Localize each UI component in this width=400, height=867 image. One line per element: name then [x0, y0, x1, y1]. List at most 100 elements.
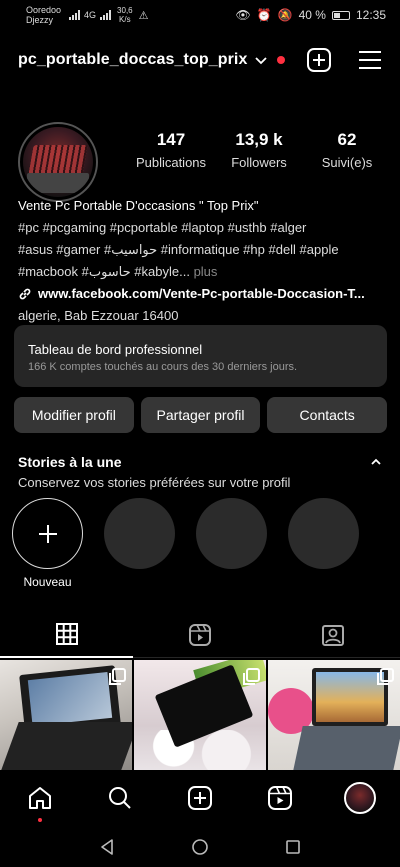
- highlight-placeholder: [196, 498, 267, 589]
- speed-unit: K/s: [119, 15, 131, 24]
- recents-icon[interactable]: [284, 838, 302, 856]
- bio-tags-line-3[interactable]: #macbook #حاسوب #kabyle... plus: [18, 261, 388, 283]
- post-image-part: [316, 672, 384, 722]
- username[interactable]: pc_portable_doccas_top_prix: [18, 51, 247, 69]
- plus-icon: [38, 524, 57, 543]
- carrier-info: Ooredoo Djezzy: [26, 5, 61, 25]
- stories-subtitle: Conservez vos stories préférées sur votr…: [18, 475, 291, 490]
- stat-value: 147: [156, 130, 186, 149]
- carrier-sub: Djezzy: [26, 15, 54, 25]
- network-speed: 30,6 K/s: [117, 6, 133, 24]
- bio-tags-line-2[interactable]: #asus #gamer #حواسيب #informatique #hp #…: [18, 239, 388, 261]
- highlights-row: Nouveau: [12, 498, 359, 589]
- system-navigation: [0, 826, 400, 867]
- profile-bio: Vente Pc Portable D'occasions " Top Prix…: [18, 195, 388, 327]
- chevron-up-icon[interactable]: [370, 456, 382, 468]
- home-icon: [29, 787, 51, 809]
- edit-profile-button[interactable]: Modifier profil: [14, 397, 134, 433]
- avatar: [23, 127, 93, 197]
- stat-following[interactable]: 62 Suivi(e)s: [304, 130, 390, 170]
- stat-followers[interactable]: 13,9 k Followers: [216, 130, 302, 170]
- profile-header: pc_portable_doccas_top_prix: [0, 42, 400, 78]
- reels-icon: [188, 623, 211, 646]
- dashboard-title: Tableau de bord professionnel: [28, 342, 203, 357]
- carousel-icon: [243, 668, 260, 685]
- nav-reels[interactable]: [260, 778, 300, 818]
- home-button-icon[interactable]: [191, 838, 209, 856]
- header-actions: [306, 47, 382, 73]
- profile-actions: Modifier profil Partager profil Contacts: [14, 397, 388, 433]
- create-post-icon[interactable]: [306, 47, 332, 73]
- reels-icon: [268, 786, 292, 810]
- nav-create[interactable]: [180, 778, 220, 818]
- highlight-circle: [104, 498, 175, 569]
- warning-icon: ⚠: [138, 9, 149, 22]
- post-thumbnail[interactable]: [0, 660, 132, 770]
- bio-tags-line-1[interactable]: #pc #pcgaming #pcportable #laptop #usthb…: [18, 217, 388, 239]
- new-highlight-circle[interactable]: [12, 498, 83, 569]
- website-url: www.facebook.com/Vente-Pc-portable-Docca…: [38, 286, 365, 301]
- grid-icon: [55, 623, 78, 645]
- bio-website-link[interactable]: www.facebook.com/Vente-Pc-portable-Docca…: [18, 283, 388, 305]
- stat-publications[interactable]: 147 Publications: [128, 130, 214, 170]
- speed-value: 30,6: [117, 6, 133, 15]
- stat-value: 62: [337, 130, 357, 149]
- search-icon: [109, 787, 131, 809]
- bottom-navigation: [0, 772, 400, 824]
- menu-icon[interactable]: [358, 50, 382, 70]
- highlight-new[interactable]: Nouveau: [12, 498, 83, 589]
- signal-indicators: 4G: [69, 10, 112, 20]
- content-tabs: [0, 612, 400, 658]
- notification-dot: [277, 56, 286, 64]
- share-profile-button[interactable]: Partager profil: [140, 397, 261, 433]
- stat-label: Publications: [135, 155, 207, 170]
- post-thumbnail[interactable]: [134, 660, 266, 770]
- highlight-circle: [196, 498, 267, 569]
- highlight-new-label: Nouveau: [23, 575, 72, 589]
- signal-icon-2: [100, 10, 112, 20]
- tab-grid[interactable]: [0, 612, 134, 658]
- status-right: 👁 ⏰ 🔕 40 % 12:35: [235, 8, 386, 22]
- status-bar: Ooredoo Djezzy 4G 30,6 K/s ⚠ 👁 ⏰ 🔕 40 % …: [0, 0, 400, 30]
- mute-icon: 🔕: [277, 8, 293, 22]
- bio-name: Vente Pc Portable D'occasions " Top Prix…: [18, 198, 259, 213]
- post-image-part: [1, 722, 132, 770]
- tab-reels[interactable]: [133, 612, 267, 658]
- post-grid: [0, 660, 400, 770]
- eye-icon: 👁: [235, 8, 251, 22]
- tagged-icon: [322, 624, 345, 646]
- contacts-button[interactable]: Contacts: [267, 397, 388, 433]
- post-thumbnail[interactable]: [268, 660, 400, 770]
- nav-profile[interactable]: [340, 778, 380, 818]
- bio-tags-text: #macbook #حاسوب #kabyle...: [18, 264, 190, 279]
- professional-dashboard[interactable]: Tableau de bord professionnel 166 K comp…: [14, 325, 387, 387]
- carousel-icon: [377, 668, 394, 685]
- alarm-icon: ⏰: [256, 8, 272, 22]
- back-icon[interactable]: [98, 838, 116, 856]
- stat-label: Followers: [231, 155, 287, 170]
- tab-tagged[interactable]: [266, 612, 400, 658]
- nav-search[interactable]: [100, 778, 140, 818]
- notification-dot: [38, 818, 42, 822]
- highlight-placeholder: [104, 498, 175, 589]
- post-image-part: [293, 726, 400, 770]
- post-image-part: [27, 671, 113, 727]
- nav-home[interactable]: [20, 778, 60, 822]
- battery-icon: [331, 10, 350, 20]
- profile-avatar[interactable]: [18, 122, 98, 202]
- dashboard-subtitle: 166 K comptes touchés au cours des 30 de…: [28, 361, 298, 373]
- bio-more-link[interactable]: plus: [194, 264, 218, 279]
- profile-avatar-thumb: [344, 782, 376, 814]
- signal-icon: [69, 10, 81, 20]
- carousel-icon: [109, 668, 126, 685]
- chevron-down-icon[interactable]: [255, 54, 268, 66]
- highlight-placeholder: [288, 498, 359, 589]
- profile-stats: 147 Publications 13,9 k Followers 62 Sui…: [128, 130, 390, 170]
- highlight-circle: [288, 498, 359, 569]
- clock: 12:35: [355, 8, 386, 22]
- network-type: 4G: [84, 10, 97, 20]
- stories-title: Stories à la une: [18, 454, 122, 470]
- carrier-name: Ooredoo: [26, 5, 62, 15]
- stat-label: Suivi(e)s: [321, 155, 373, 170]
- bio-address[interactable]: algerie, Bab Ezzouar 16400: [18, 305, 388, 327]
